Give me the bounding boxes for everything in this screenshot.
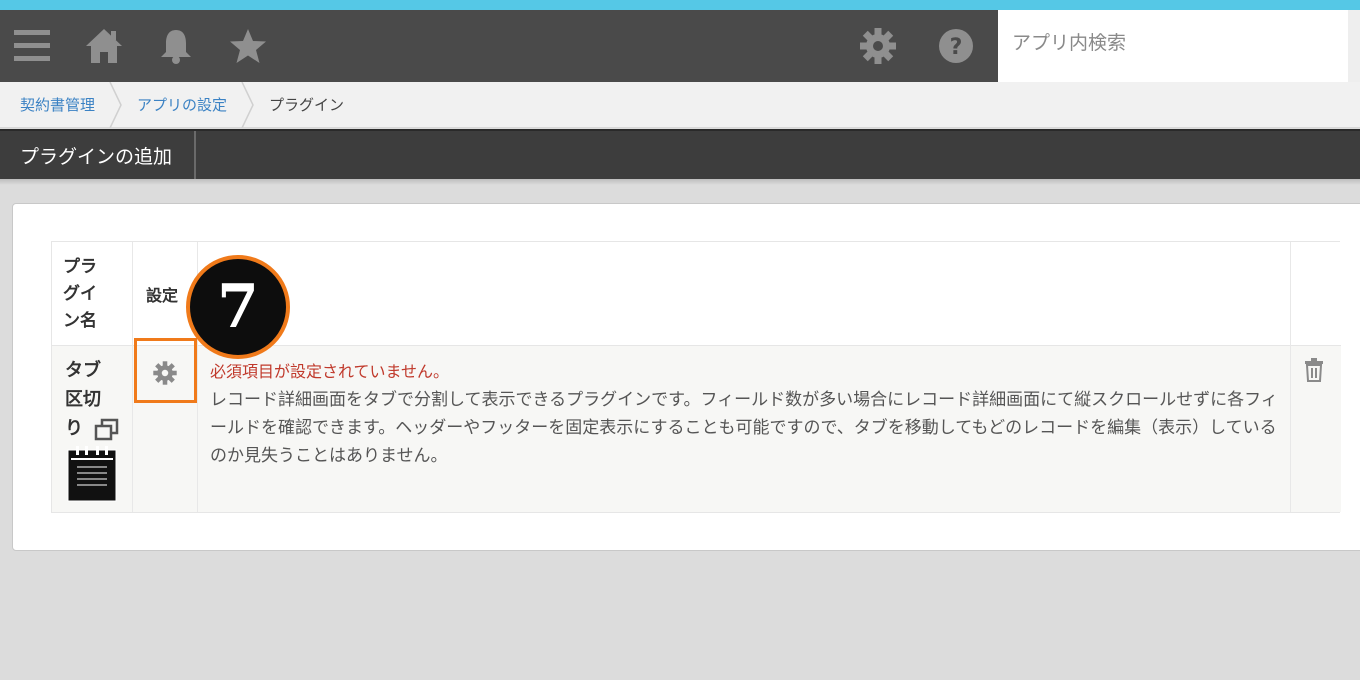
search-edge	[1348, 10, 1360, 82]
step-number-badge: 7	[186, 255, 290, 359]
breadcrumb-current: プラグイン	[269, 96, 345, 114]
toolbar-shadow	[0, 179, 1360, 185]
star-icon[interactable]	[226, 24, 270, 68]
toolbar: プラグインの追加	[0, 129, 1360, 179]
bell-icon[interactable]	[154, 24, 198, 68]
app-search-box[interactable]	[998, 10, 1348, 82]
column-divider	[132, 242, 133, 512]
breadcrumb-item-plugins: プラグイン	[249, 82, 366, 128]
popout-icon[interactable]	[94, 418, 120, 442]
breadcrumb-link-app[interactable]: 契約書管理	[20, 94, 95, 115]
gear-icon[interactable]	[856, 24, 900, 68]
column-header-settings: 設定	[146, 286, 179, 305]
top-accent-stripe	[0, 0, 1360, 10]
help-icon[interactable]: ?	[934, 24, 978, 68]
plugin-description: レコード詳細画面をタブで分割して表示できるプラグインです。フィールド数が多い場合…	[210, 390, 1278, 466]
settings-highlight-box	[134, 338, 197, 403]
menu-icon[interactable]	[10, 24, 54, 68]
column-divider	[1290, 242, 1291, 512]
search-input[interactable]	[1012, 32, 1334, 54]
svg-text:?: ?	[950, 35, 963, 60]
delete-trash-icon[interactable]	[1304, 358, 1324, 382]
breadcrumb: 契約書管理 アプリの設定 プラグイン	[0, 81, 1360, 128]
table-row: タブ区切り 必須項目が設定されていません。 レコード詳細画面をタブで分割して表示…	[52, 346, 1341, 512]
app-header: ?	[0, 10, 1360, 82]
add-plugin-button[interactable]: プラグインの追加	[0, 131, 197, 179]
breadcrumb-link-app-settings[interactable]: アプリの設定	[137, 94, 227, 115]
warning-message: 必須項目が設定されていません。	[210, 362, 450, 381]
breadcrumb-item-app-settings[interactable]: アプリの設定	[117, 81, 254, 128]
calendar-icon	[67, 446, 117, 502]
home-icon[interactable]	[82, 24, 126, 68]
breadcrumb-item-app[interactable]: 契約書管理	[0, 81, 122, 128]
column-header-plugin-name: プラグイン名	[63, 257, 97, 331]
